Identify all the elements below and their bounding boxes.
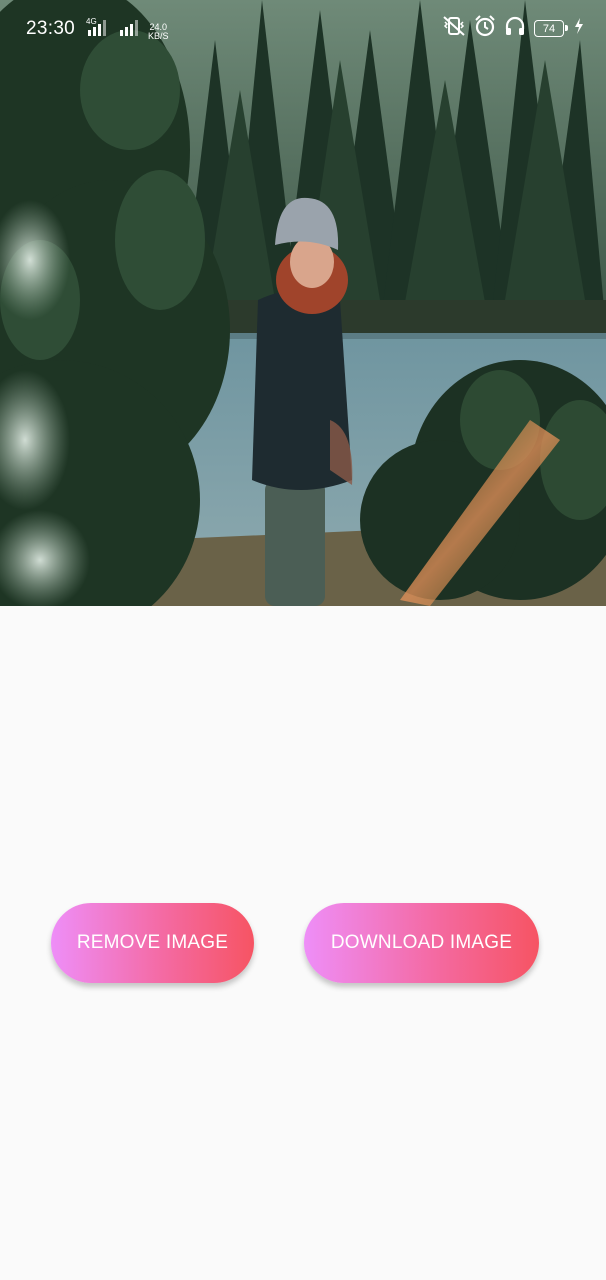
status-time: 23:30 xyxy=(26,18,76,39)
battery-icon: 74 xyxy=(534,20,568,37)
network-speed: 24.0 KB/S xyxy=(148,23,169,41)
app-screen: 23:30 4G 24.0 KB/S 74 REMOVE IMAGE DOWNL… xyxy=(0,0,606,1280)
headphones-icon xyxy=(504,15,526,42)
status-left-icons: 4G 24.0 KB/S xyxy=(86,16,169,41)
charging-icon xyxy=(574,18,584,39)
vibrate-icon xyxy=(442,15,466,42)
remove-image-button[interactable]: REMOVE IMAGE xyxy=(51,903,254,983)
sim-4g-signal-icon: 4G xyxy=(86,16,110,41)
download-image-button[interactable]: DOWNLOAD IMAGE xyxy=(304,903,539,983)
battery-level: 74 xyxy=(542,22,556,35)
signal-icon xyxy=(118,16,140,41)
photo-illustration xyxy=(0,0,606,606)
svg-text:4G: 4G xyxy=(86,17,97,26)
status-right-icons: 74 xyxy=(442,15,584,42)
status-bar: 23:30 4G 24.0 KB/S 74 xyxy=(0,0,606,58)
selected-photo xyxy=(0,0,606,606)
alarm-icon xyxy=(474,15,496,42)
network-speed-unit: KB/S xyxy=(148,31,169,41)
